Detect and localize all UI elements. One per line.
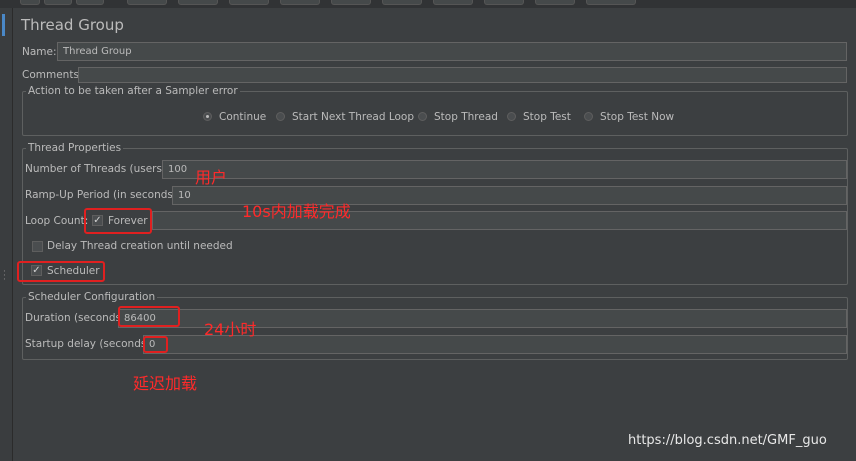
tab-stub[interactable] [586,0,636,5]
stop-test-label[interactable]: Stop Test [523,111,571,123]
tab-stub[interactable] [433,0,473,5]
splitter-grip-icon[interactable]: · · · [3,268,6,285]
tab-stub[interactable] [535,0,575,5]
tab-stub[interactable] [382,0,422,5]
tab-stub[interactable] [331,0,371,5]
forever-checkbox[interactable]: ✓ [92,215,103,226]
page-title: Thread Group [21,16,124,34]
stop-test-now-label[interactable]: Stop Test Now [600,111,674,123]
delay-thread-label[interactable]: Delay Thread creation until needed [47,240,233,252]
threads-field[interactable]: 100 [162,160,847,179]
rampup-label: Ramp-Up Period (in seconds): [25,189,181,201]
duration-highlight [118,306,180,327]
name-label: Name: [22,46,57,58]
startup-delay-highlight [143,336,168,353]
duration-label: Duration (seconds) [25,312,126,324]
delay-thread-checkbox[interactable] [32,241,43,252]
annotation-startup-delay: 延迟加载 [133,374,198,393]
tab-stub[interactable] [44,0,72,5]
tab-stub[interactable] [20,0,40,5]
stop-thread-radio[interactable] [418,112,427,121]
annotation-rampup: 10s内加载完成 [242,202,351,221]
comments-field[interactable] [78,67,847,83]
stop-test-radio[interactable] [507,112,516,121]
name-field[interactable]: Thread Group [57,42,847,61]
start-next-loop-label[interactable]: Start Next Thread Loop [292,111,414,123]
continue-label[interactable]: Continue [219,111,266,123]
tab-stub[interactable] [178,0,218,5]
tab-stub[interactable] [127,0,167,5]
scheduler-config-legend: Scheduler Configuration [26,291,158,303]
annotation-users: 用户 [195,168,228,187]
threads-label: Number of Threads (users): [25,163,170,175]
top-tab-strip [0,0,856,8]
forever-label[interactable]: Forever [108,215,148,227]
stop-test-now-radio[interactable] [584,112,593,121]
watermark: https://blog.csdn.net/GMF_guo [628,433,827,448]
tab-stub[interactable] [484,0,524,5]
comments-label: Comments: [22,69,83,81]
stop-thread-label[interactable]: Stop Thread [434,111,498,123]
scheduler-label[interactable]: Scheduler [47,265,100,277]
tab-stub[interactable] [229,0,269,5]
tab-stub[interactable] [76,0,104,5]
scheduler-checkbox[interactable]: ✓ [31,265,42,276]
thread-properties-legend: Thread Properties [26,142,124,154]
startup-delay-label: Startup delay (seconds) [25,338,151,350]
tree-splitter[interactable] [0,8,13,461]
continue-radio[interactable] [203,112,212,121]
sampler-error-legend: Action to be taken after a Sampler error [26,85,240,97]
loop-count-label: Loop Count: [25,215,89,227]
start-next-loop-radio[interactable] [276,112,285,121]
tab-stub[interactable] [280,0,320,5]
annotation-duration: 24小时 [204,320,257,339]
tree-selection-marker [2,14,5,36]
